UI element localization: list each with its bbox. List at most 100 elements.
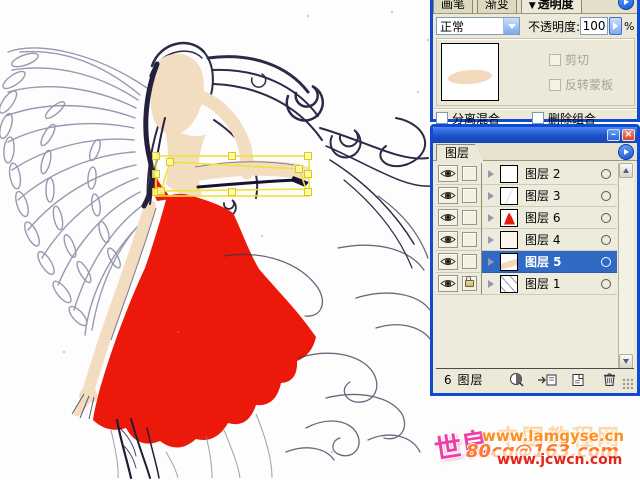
palette-tab-row: 画笔 渐变 ▼ 透明度	[433, 0, 637, 14]
transparency-panel: 画笔 渐变 ▼ 透明度 正常 不透明度: 100 % 剪切 反转蒙板 分离混合 …	[430, 0, 640, 126]
layer-lock-icon[interactable]	[462, 276, 477, 291]
opacity-label: 不透明度:	[528, 19, 581, 34]
layer-name[interactable]: 图层 5	[525, 253, 601, 270]
layer-row-main[interactable]: 图层 6	[482, 207, 617, 229]
scroll-up-icon[interactable]	[619, 163, 633, 178]
layer-action-buttons	[505, 372, 629, 388]
layer-link-circle-icon[interactable]	[601, 256, 611, 267]
active-tab-marker-icon: ▼	[528, 1, 536, 11]
close-button[interactable]: ×	[622, 129, 635, 141]
layer-thumbnail[interactable]	[500, 164, 518, 183]
delete-group-checkbox[interactable]	[532, 112, 545, 124]
tab-layers[interactable]: 图层	[436, 144, 484, 161]
scroll-down-icon[interactable]	[619, 354, 633, 369]
layer-thumbnail[interactable]	[500, 230, 518, 249]
new-layer-icon[interactable]	[567, 372, 589, 388]
transform-handle[interactable]	[228, 188, 236, 196]
layer-preview-thumbnail[interactable]	[441, 43, 499, 101]
layer-row-main[interactable]: 图层 5	[482, 251, 631, 273]
tab-gradient[interactable]: 渐变	[476, 0, 517, 13]
layer-link-circle-icon[interactable]	[601, 212, 611, 223]
layer-row[interactable]: 图层 3	[436, 185, 634, 207]
expand-triangle-icon[interactable]	[488, 191, 494, 200]
layers-scrollbar[interactable]	[618, 163, 634, 369]
resize-grip[interactable]	[621, 377, 633, 389]
layer-link-circle-icon[interactable]	[601, 168, 611, 179]
layer-name[interactable]: 图层 4	[525, 231, 601, 248]
duplicate-layer-icon[interactable]	[536, 372, 558, 388]
tab-transparency[interactable]: ▼ 透明度	[520, 0, 582, 13]
expand-triangle-icon[interactable]	[488, 279, 494, 288]
layer-preview-zone: 剪切 反转蒙板	[436, 38, 635, 106]
layer-row[interactable]: 图层 5	[436, 251, 634, 273]
separate-blend-checkbox[interactable]	[436, 112, 448, 124]
transform-handle[interactable]	[295, 165, 303, 173]
expand-triangle-icon[interactable]	[488, 235, 494, 244]
layer-link-circle-icon[interactable]	[601, 190, 611, 201]
transform-handle[interactable]	[304, 152, 312, 160]
transform-handle[interactable]	[152, 152, 160, 160]
layer-visibility-eye-icon[interactable]	[438, 275, 458, 292]
layer-lock-checkbox[interactable]	[462, 232, 477, 247]
opacity-input[interactable]: 100	[580, 17, 609, 35]
layer-row[interactable]: 图层 4	[436, 229, 634, 251]
transform-handle[interactable]	[152, 170, 160, 178]
layer-lock-checkbox[interactable]	[462, 210, 477, 225]
blend-mode-select[interactable]: 正常	[436, 17, 520, 35]
app-root: 画笔 渐变 ▼ 透明度 正常 不透明度: 100 % 剪切 反转蒙板 分离混合 …	[0, 0, 640, 480]
layer-name[interactable]: 图层 1	[525, 275, 601, 292]
layers-menu-button[interactable]	[618, 144, 634, 160]
expand-triangle-icon[interactable]	[488, 213, 494, 222]
layer-visibility-eye-icon[interactable]	[438, 187, 458, 204]
layers-titlebar[interactable]: – ×	[433, 127, 637, 143]
blend-opacity-row: 正常 不透明度: 100 %	[433, 14, 637, 37]
mask-options: 剪切 反转蒙板	[549, 51, 613, 101]
transform-handle[interactable]	[228, 152, 236, 160]
layer-lock-checkbox[interactable]	[462, 188, 477, 203]
opacity-unit: %	[624, 19, 635, 33]
layer-row[interactable]: 图层 6	[436, 207, 634, 229]
layer-row[interactable]: 图层 1	[436, 273, 634, 295]
transform-handle[interactable]	[304, 170, 312, 178]
layer-lock-checkbox[interactable]	[462, 166, 477, 181]
invert-mask-checkbox[interactable]	[549, 78, 561, 91]
transform-handle[interactable]	[157, 187, 165, 195]
clip-checkbox-row: 剪切	[549, 51, 613, 68]
chevron-down-icon[interactable]	[503, 18, 519, 34]
layer-row-main[interactable]: 图层 4	[482, 229, 617, 251]
layer-row[interactable]: 图层 2	[436, 163, 634, 185]
layer-row-main[interactable]: 图层 3	[482, 185, 617, 207]
layer-list: 图层 2 图层 3 图层 6 图层 4 图层 5 图层 1	[436, 163, 634, 369]
palette-menu-button[interactable]	[618, 0, 634, 10]
transform-handle[interactable]	[304, 188, 312, 196]
delete-layer-icon[interactable]	[598, 372, 620, 388]
layer-visibility-eye-icon[interactable]	[438, 209, 458, 226]
layer-thumbnail[interactable]	[500, 186, 518, 205]
layer-thumbnail[interactable]	[500, 252, 518, 271]
layer-row-main[interactable]: 图层 2	[482, 163, 617, 185]
padlock-icon	[465, 276, 474, 287]
layer-thumbnail[interactable]	[500, 208, 518, 227]
expand-triangle-icon[interactable]	[488, 169, 494, 178]
layer-row-left-cells	[436, 273, 482, 295]
layer-name[interactable]: 图层 6	[525, 209, 601, 226]
layer-link-circle-icon[interactable]	[601, 278, 611, 289]
expand-triangle-icon[interactable]	[488, 257, 494, 266]
layer-visibility-eye-icon[interactable]	[438, 231, 458, 248]
layer-visibility-eye-icon[interactable]	[438, 165, 458, 182]
adjustment-icon[interactable]	[505, 372, 527, 388]
layer-name[interactable]: 图层 2	[525, 165, 601, 182]
layer-row-left-cells	[436, 163, 482, 185]
layer-visibility-eye-icon[interactable]	[438, 253, 458, 270]
layer-name[interactable]: 图层 3	[525, 187, 601, 204]
tab-brush[interactable]: 画笔	[433, 0, 474, 13]
layer-thumbnail[interactable]	[500, 274, 518, 293]
clip-checkbox[interactable]	[549, 53, 561, 66]
layer-link-circle-icon[interactable]	[601, 234, 611, 245]
layer-lock-checkbox[interactable]	[462, 254, 477, 269]
transform-handle[interactable]	[166, 158, 174, 166]
opacity-spinner-button[interactable]	[609, 17, 623, 35]
layer-row-main[interactable]: 图层 1	[482, 273, 617, 295]
layer-row-left-cells	[436, 185, 482, 207]
minimize-button[interactable]: –	[607, 129, 620, 141]
